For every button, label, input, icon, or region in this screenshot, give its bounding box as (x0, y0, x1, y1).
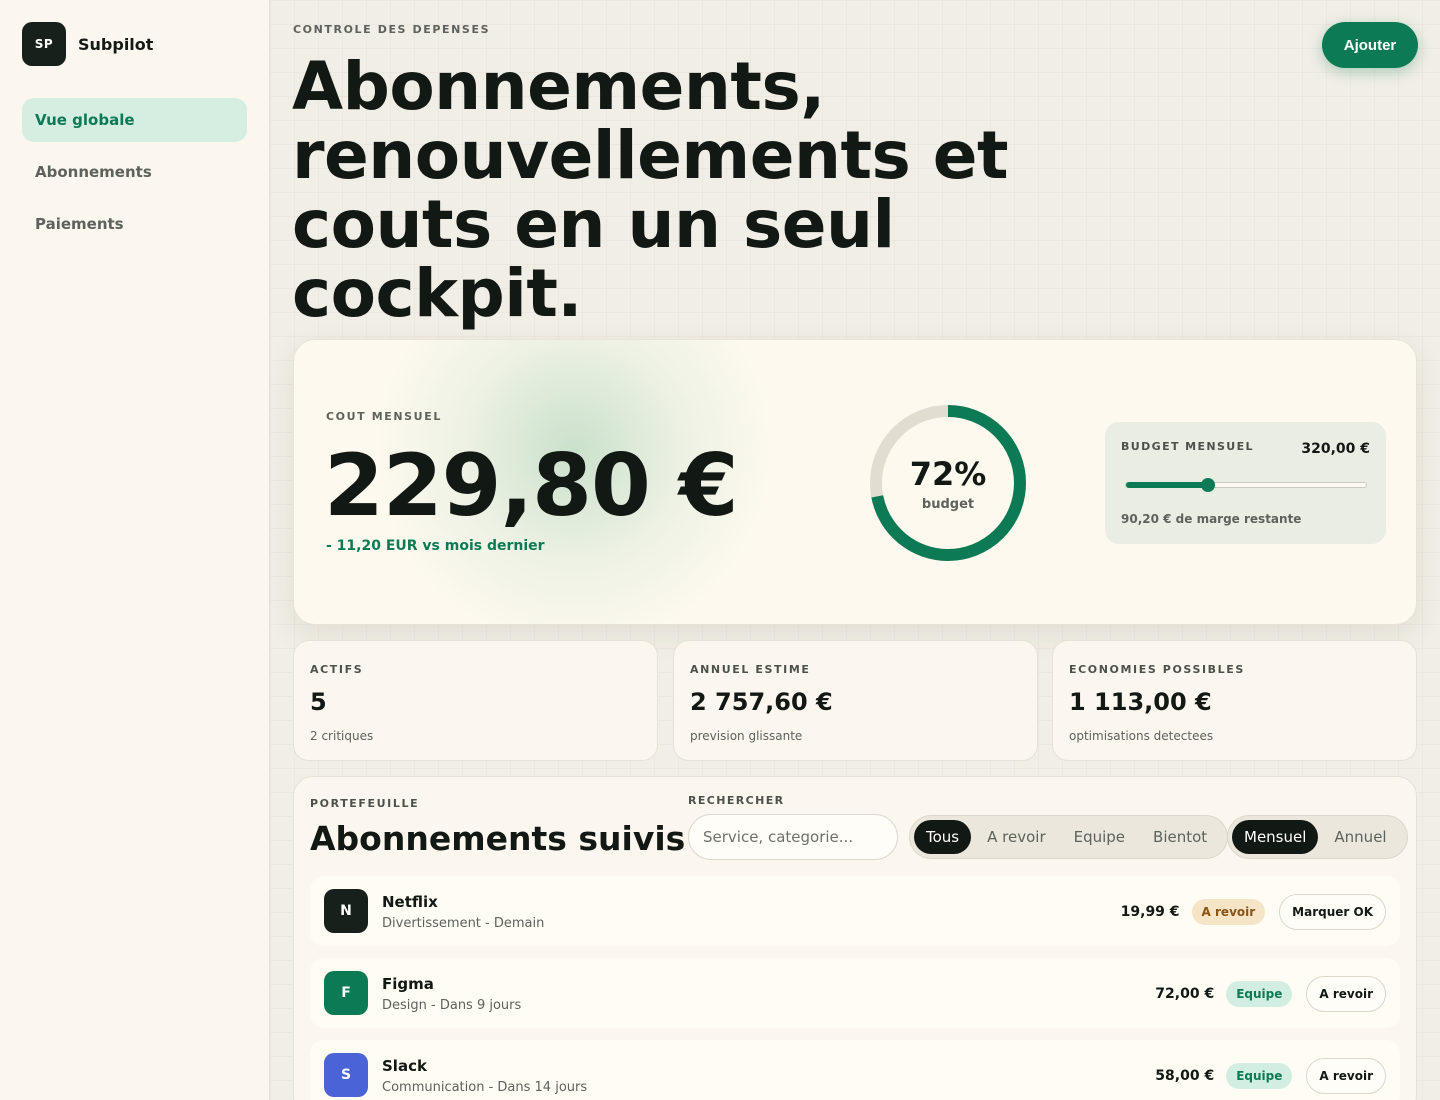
subscription-row[interactable]: F Figma Design - Dans 9 jours 72,00 € Eq… (310, 958, 1400, 1028)
monthly-cost-card: COUT MENSUEL 229,80 € - 11,20 EUR vs moi… (293, 339, 1417, 625)
review-button[interactable]: A revoir (1306, 976, 1386, 1012)
stat-sub: prevision glissante (690, 729, 803, 743)
service-price: 19,99 € (1120, 904, 1180, 920)
service-name: Netflix (382, 893, 438, 911)
portfolio-card: PORTEFEUILLE Abonnements suivis RECHERCH… (293, 776, 1417, 1100)
stat-card-annuel: ANNUEL ESTIME 2 757,60 € prevision gliss… (673, 640, 1038, 761)
cost-value: 229,80 € (324, 436, 739, 536)
add-button[interactable]: Ajouter (1322, 22, 1418, 68)
period-segment: Mensuel Annuel (1227, 815, 1408, 859)
filter-bientot[interactable]: Bientot (1141, 820, 1219, 854)
service-avatar: F (324, 971, 368, 1015)
service-avatar: S (324, 1053, 368, 1097)
status-badge: Equipe (1226, 981, 1293, 1007)
service-meta: Design - Dans 9 jours (382, 998, 522, 1013)
filter-segment: Tous A revoir Equipe Bientot (909, 815, 1229, 859)
stat-value: 2 757,60 € (690, 688, 833, 716)
budget-panel: BUDGET MENSUEL 320,00 € 90,20 € de marge… (1105, 422, 1386, 544)
brand-logo: SP (22, 22, 66, 66)
budget-amount: 320,00 € (1301, 441, 1370, 457)
budget-ring: 72% budget (866, 401, 1030, 565)
row-actions: 19,99 € A revoir Marquer OK (1121, 894, 1386, 930)
main-content: CONTROLE DES DEPENSES Abonnements, renou… (270, 0, 1440, 1100)
ring-caption: budget (921, 497, 975, 512)
sidebar-item-vue-globale[interactable]: Vue globale (22, 98, 247, 142)
cost-label: COUT MENSUEL (326, 410, 442, 423)
budget-slider-thumb[interactable] (1200, 478, 1215, 492)
brand-name: Subpilot (78, 34, 154, 54)
filter-tous[interactable]: Tous (914, 820, 972, 854)
stat-label: ECONOMIES POSSIBLES (1069, 663, 1245, 676)
stat-sub: optimisations detectees (1069, 729, 1214, 743)
subscription-row[interactable]: S Slack Communication - Dans 14 jours 58… (310, 1040, 1400, 1100)
period-mensuel[interactable]: Mensuel (1232, 820, 1319, 854)
service-price: 58,00 € (1155, 1068, 1215, 1084)
budget-remaining: 90,20 € de marge restante (1121, 512, 1302, 526)
ring-percent: 72% (909, 455, 987, 493)
brand[interactable]: SP Subpilot (22, 22, 153, 66)
status-badge: Equipe (1226, 1063, 1293, 1089)
stat-sub: 2 critiques (310, 729, 374, 743)
stat-label: ACTIFS (310, 663, 364, 676)
stat-label: ANNUEL ESTIME (690, 663, 811, 676)
budget-slider[interactable] (1125, 478, 1367, 492)
row-actions: 72,00 € Equipe A revoir (1155, 976, 1386, 1012)
service-name: Figma (382, 975, 434, 993)
service-meta: Divertissement - Demain (382, 916, 545, 931)
stat-card-economies: ECONOMIES POSSIBLES 1 113,00 € optimisat… (1052, 640, 1417, 761)
portfolio-title: Abonnements suivis (310, 819, 686, 858)
page-eyebrow: CONTROLE DES DEPENSES (293, 23, 491, 36)
sidebar-nav: Vue globale Abonnements Paiements (22, 98, 247, 254)
search-input[interactable] (688, 814, 898, 860)
review-button[interactable]: A revoir (1306, 1058, 1386, 1094)
row-actions: 58,00 € Equipe A revoir (1155, 1058, 1386, 1094)
filter-a-revoir[interactable]: A revoir (975, 820, 1057, 854)
search-label: RECHERCHER (688, 794, 785, 807)
sidebar-item-paiements[interactable]: Paiements (22, 202, 247, 246)
stat-value: 5 (310, 688, 327, 716)
page-title: Abonnements, renouvellements et couts en… (292, 48, 1009, 332)
budget-label: BUDGET MENSUEL (1121, 440, 1254, 453)
stat-card-actifs: ACTIFS 5 2 critiques (293, 640, 658, 761)
budget-slider-fill (1126, 482, 1208, 488)
service-avatar: N (324, 889, 368, 933)
filter-equipe[interactable]: Equipe (1062, 820, 1137, 854)
service-name: Slack (382, 1057, 427, 1075)
period-annuel[interactable]: Annuel (1322, 820, 1398, 854)
status-badge: A revoir (1191, 899, 1266, 925)
sidebar: SP Subpilot Vue globale Abonnements Paie… (0, 0, 270, 1100)
cost-delta: - 11,20 EUR vs mois dernier (326, 538, 545, 554)
stat-value: 1 113,00 € (1069, 688, 1212, 716)
sidebar-item-abonnements[interactable]: Abonnements (22, 150, 247, 194)
service-price: 72,00 € (1155, 986, 1215, 1002)
subscription-row[interactable]: N Netflix Divertissement - Demain 19,99 … (310, 876, 1400, 946)
service-meta: Communication - Dans 14 jours (382, 1080, 588, 1095)
mark-ok-button[interactable]: Marquer OK (1279, 894, 1386, 930)
portfolio-eyebrow: PORTEFEUILLE (310, 797, 420, 810)
